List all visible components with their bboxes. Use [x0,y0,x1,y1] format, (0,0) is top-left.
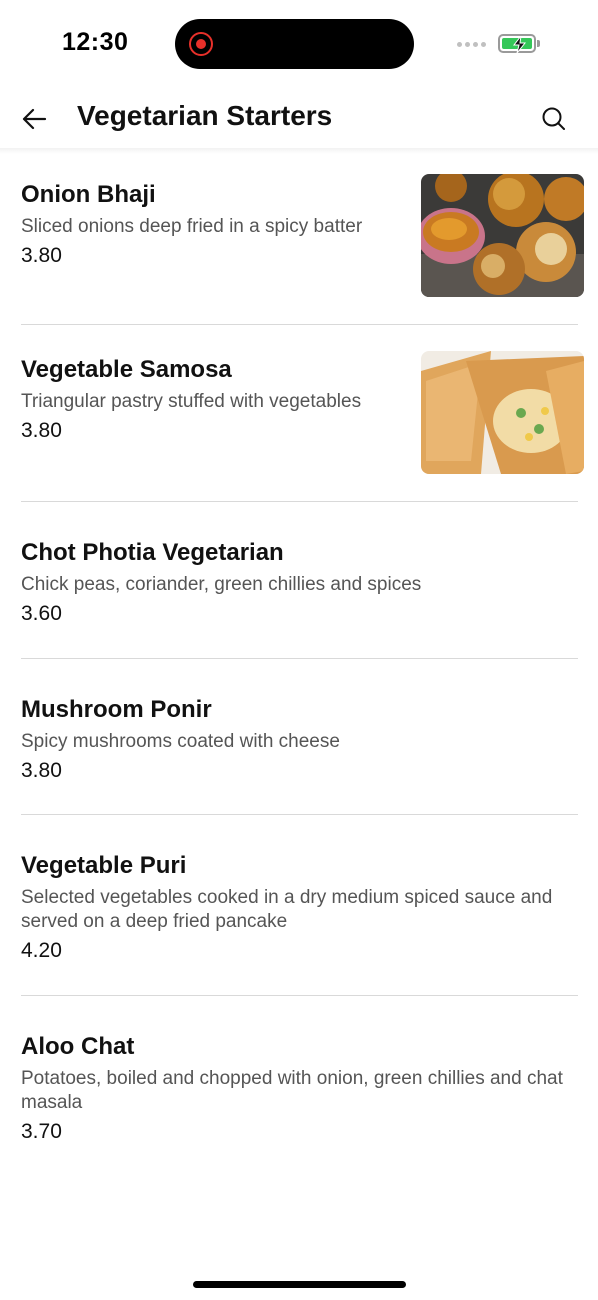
home-indicator[interactable] [193,1281,406,1288]
item-description: Selected vegetables cooked in a dry medi… [21,887,553,932]
dynamic-island [175,19,414,69]
recording-indicator-icon [189,32,213,56]
search-button[interactable] [537,102,571,136]
signal-dots-icon [457,42,489,50]
item-price: 3.80 [21,419,62,442]
item-description: Triangular pastry stuffed with vegetable… [21,391,362,412]
status-time: 12:30 [62,28,129,56]
menu-item-chot-photia-vegetarian[interactable]: Chot Photia Vegetarian Chick peas, coria… [0,502,598,659]
status-bar: 12:30 [0,0,598,90]
search-icon [542,107,565,130]
page-title: Vegetarian Starters [77,100,333,131]
app-header: Vegetarian Starters [0,90,598,150]
item-name: Onion Bhaji [21,181,156,208]
back-arrow-icon [22,108,47,130]
item-description: Sliced onions deep fried in a spicy batt… [21,216,363,237]
menu-item-aloo-chat[interactable]: Aloo Chat Potatoes, boiled and chopped w… [0,996,598,1176]
item-name: Vegetable Samosa [21,356,232,383]
app-screen: 12:30 Vegetarian Starters Onion Bhaji Sl… [0,0,598,1300]
item-name: Vegetable Puri [21,852,187,879]
item-description: Chick peas, coriander, green chillies an… [21,574,422,595]
menu-list: Onion Bhaji Sliced onions deep fried in … [0,154,598,1176]
battery-charging-icon [498,34,536,53]
battery-cap [537,40,540,47]
item-name: Chot Photia Vegetarian [21,539,284,566]
vegetable-samosa-image[interactable] [421,351,584,474]
item-name: Mushroom Ponir [21,696,212,723]
menu-item-onion-bhaji[interactable]: Onion Bhaji Sliced onions deep fried in … [0,154,598,325]
item-price: 3.80 [21,759,62,782]
item-price: 3.80 [21,244,62,267]
item-price: 3.70 [21,1120,62,1143]
menu-item-vegetable-puri[interactable]: Vegetable Puri Selected vegetables cooke… [0,815,598,996]
item-price: 4.20 [21,939,62,962]
item-description: Spicy mushrooms coated with cheese [21,731,340,752]
item-price: 3.60 [21,602,62,625]
item-name: Aloo Chat [21,1033,135,1060]
onion-bhaji-image[interactable] [421,174,584,297]
menu-item-vegetable-samosa[interactable]: Vegetable Samosa Triangular pastry stuff… [0,325,598,502]
menu-item-mushroom-ponir[interactable]: Mushroom Ponir Spicy mushrooms coated wi… [0,659,598,815]
back-button[interactable] [18,102,52,136]
item-description: Potatoes, boiled and chopped with onion,… [21,1068,563,1113]
